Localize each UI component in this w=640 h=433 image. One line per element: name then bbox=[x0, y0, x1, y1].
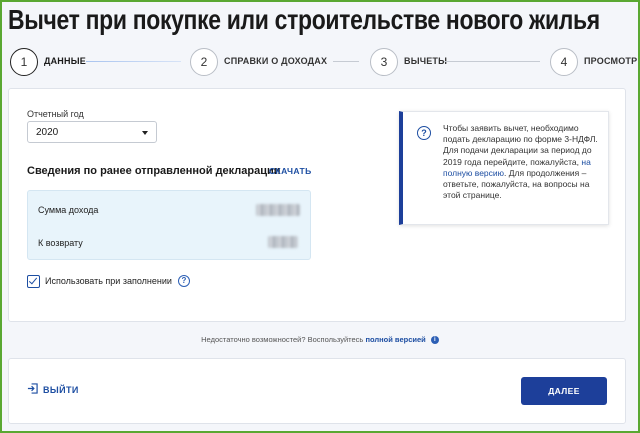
full-version-note: Недостаточно возможностей? Воспользуйтес… bbox=[2, 335, 638, 345]
refund-value-redacted bbox=[268, 236, 298, 248]
income-value-redacted bbox=[256, 204, 300, 216]
main-form-card: Отчетный год 2020 Сведения по ранее отпр… bbox=[8, 88, 626, 322]
info-notice: ? Чтобы заявить вычет, необходимо подать… bbox=[399, 111, 609, 225]
page-title: Вычет при покупке или строительстве ново… bbox=[8, 4, 600, 35]
exit-button[interactable]: ВЫЙТИ bbox=[43, 385, 79, 395]
notice-text-before: Чтобы заявить вычет, необходимо подать д… bbox=[443, 123, 598, 167]
use-in-filling-label[interactable]: Использовать при заполнении bbox=[45, 276, 172, 286]
progress-stepper: 1 ДАННЫЕ 2 СПРАВКИ О ДОХОДАХ 3 ВЫЧЕТЫ 4 … bbox=[2, 46, 638, 80]
app-frame: Вычет при покупке или строительстве ново… bbox=[0, 0, 640, 433]
refund-label: К возврату bbox=[38, 238, 83, 248]
question-icon: ? bbox=[417, 126, 431, 140]
notice-text: Чтобы заявить вычет, необходимо подать д… bbox=[443, 123, 607, 201]
step-4-circle[interactable]: 4 bbox=[550, 48, 578, 76]
step-connector-3 bbox=[444, 61, 540, 62]
year-select[interactable]: 2020 bbox=[27, 121, 157, 143]
footnote-full-version-link[interactable]: полной версией bbox=[365, 335, 425, 344]
help-icon[interactable]: ? bbox=[178, 275, 190, 287]
info-icon[interactable]: i bbox=[430, 336, 439, 345]
income-label: Сумма дохода bbox=[38, 205, 99, 215]
step-2-circle[interactable]: 2 bbox=[190, 48, 218, 76]
chevron-down-icon bbox=[142, 131, 148, 135]
action-bar: ВЫЙТИ ДАЛЕЕ bbox=[8, 358, 626, 424]
step-3-circle[interactable]: 3 bbox=[370, 48, 398, 76]
step-connector-1 bbox=[86, 61, 181, 62]
prev-declaration-summary: Сумма дохода К возврату bbox=[27, 190, 311, 260]
next-button[interactable]: ДАЛЕЕ bbox=[521, 377, 607, 405]
use-in-filling-checkbox[interactable] bbox=[27, 275, 40, 288]
step-1-label[interactable]: ДАННЫЕ bbox=[44, 56, 86, 66]
download-link[interactable]: СКАЧАТЬ bbox=[269, 166, 312, 176]
step-3-label[interactable]: ВЫЧЕТЫ bbox=[404, 56, 447, 66]
prev-declaration-title: Сведения по ранее отправленной деклараци… bbox=[27, 165, 281, 177]
exit-icon[interactable] bbox=[27, 383, 38, 394]
footnote-text: Недостаточно возможностей? Воспользуйтес… bbox=[201, 335, 364, 344]
step-4-label[interactable]: ПРОСМОТР bbox=[584, 56, 637, 66]
step-2-label[interactable]: СПРАВКИ О ДОХОДАХ bbox=[224, 56, 327, 66]
step-connector-2 bbox=[333, 61, 359, 62]
year-select-value: 2020 bbox=[36, 127, 59, 138]
year-label: Отчетный год bbox=[27, 109, 84, 119]
step-1-circle[interactable]: 1 bbox=[10, 48, 38, 76]
